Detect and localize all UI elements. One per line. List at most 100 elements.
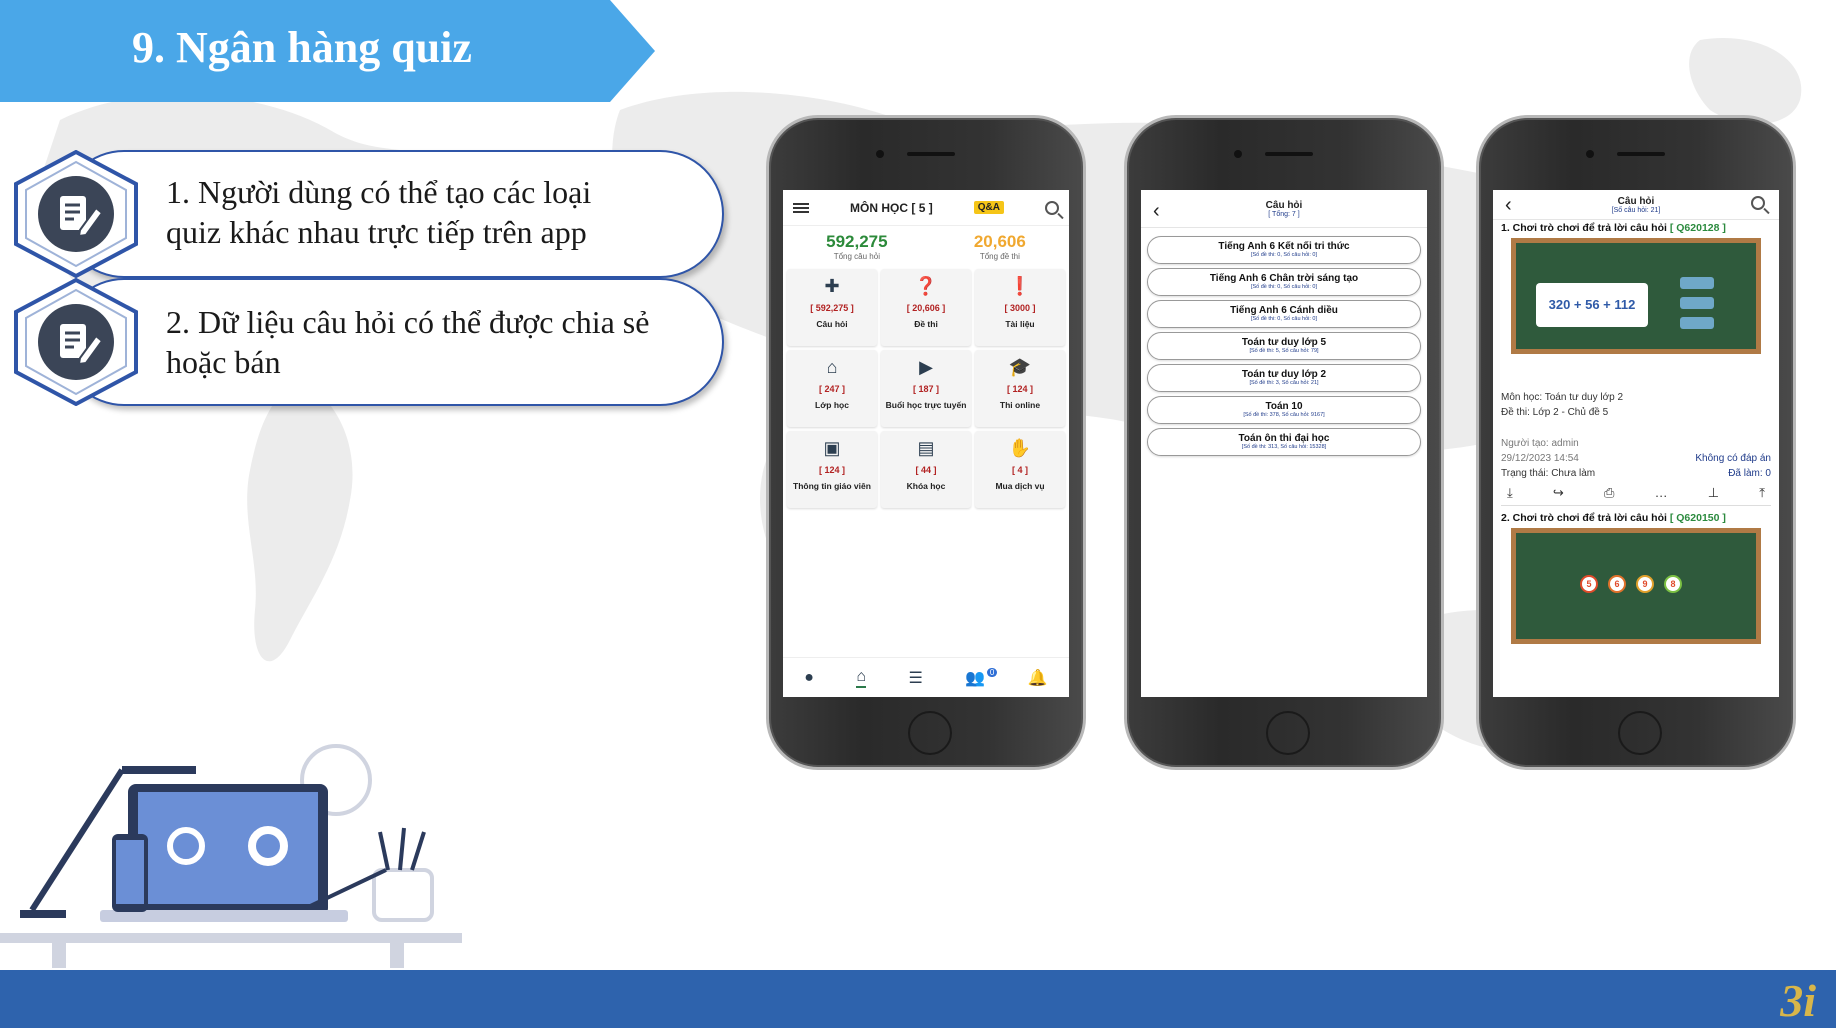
item-name: Toán tư duy lớp 5 <box>1241 337 1327 348</box>
download-icon[interactable]: ⤓ <box>1507 485 1513 501</box>
question-code: [ Q620128 ] <box>1669 222 1726 234</box>
document-icon: ❗ <box>1008 276 1032 296</box>
question-title-text: 2. Chơi trò chơi để trả lời câu hỏi <box>1501 512 1667 524</box>
pin-icon[interactable]: ⊥ <box>1708 485 1719 501</box>
question-title[interactable]: 2. Chơi trò chơi để trả lời câu hỏi [ Q6… <box>1501 512 1771 524</box>
date-row: 29/12/2023 14:54 Không có đáp án <box>1501 453 1771 464</box>
tile-courses[interactable]: ▤ [ 44 ] Khóa học <box>881 431 971 508</box>
list-item[interactable]: Toán tư duy lớp 5 [Số đề thi: 5, Số câu h… <box>1147 332 1421 360</box>
list-item[interactable]: Tiếng Anh 6 Kết nối tri thức [Số đề thi: … <box>1147 236 1421 264</box>
tile-exams[interactable]: ❓ [ 20,606 ] Đề thi <box>881 269 971 346</box>
date-text: 29/12/2023 14:54 <box>1501 453 1579 464</box>
creator-text: Người tạo: admin <box>1501 438 1579 449</box>
tile-count: [ 124 ] <box>1006 384 1033 394</box>
done-count: Đã làm: 0 <box>1728 468 1771 479</box>
item-meta: [Số đề thi: 0, Số câu hỏi: 0] <box>1250 284 1318 290</box>
phone-camera <box>876 150 884 158</box>
share-icon[interactable]: ↪ <box>1553 485 1564 501</box>
tile-count: [ 592,275 ] <box>810 303 854 313</box>
phone-camera <box>1234 150 1242 158</box>
graduation-cap-icon: 🎓 <box>1008 357 1032 377</box>
number-bubble: 5 <box>1580 575 1598 593</box>
tile-classes[interactable]: ⌂ [ 247 ] Lớp học <box>787 350 877 427</box>
tile-online-exam[interactable]: 🎓 [ 124 ] Thi online <box>975 350 1065 427</box>
state-row: Trạng thái: Chưa làm Đã làm: 0 <box>1501 468 1771 479</box>
users-badge: 0 <box>986 667 998 677</box>
desk-laptop-illustration <box>0 744 462 968</box>
phone-speaker <box>907 152 955 156</box>
tile-online-sessions[interactable]: ▶ [ 187 ] Buổi học trực tuyến <box>881 350 971 427</box>
tile-teachers[interactable]: ▣ [ 124 ] Thông tin giáo viên <box>787 431 877 508</box>
edit-document-icon <box>14 150 138 278</box>
creator-row: Người tạo: admin <box>1501 438 1771 449</box>
menu-icon[interactable] <box>793 202 809 213</box>
answer-option <box>1680 277 1714 289</box>
more-icon[interactable]: … <box>1655 485 1668 501</box>
tile-questions[interactable]: ✚ [ 592,275 ] Câu hỏi <box>787 269 877 346</box>
list-item[interactable]: Tiếng Anh 6 Cánh diều [Số đề thi: 0, Số c… <box>1147 300 1421 328</box>
service-hand-icon: ✋ <box>1008 438 1032 458</box>
item-meta: [Số đề thi: 3, Số câu hỏi: 21] <box>1249 380 1319 386</box>
number-bubble: 6 <box>1608 575 1626 593</box>
tile-count: [ 187 ] <box>912 384 939 394</box>
users-icon[interactable]: 👥 0 <box>965 667 998 688</box>
item-name: Toán tư duy lớp 2 <box>1241 369 1327 380</box>
tile-label: Thi online <box>999 400 1041 410</box>
subject-row: Môn học: Toán tư duy lớp 2 <box>1501 392 1771 403</box>
tile-count: [ 247 ] <box>818 384 845 394</box>
answer-status: Không có đáp án <box>1695 453 1771 464</box>
question-bank-screen: ‹ Câu hỏi [ Tổng: 7 ] Tiếng Anh 6 Kết nố… <box>1141 190 1427 697</box>
footer-bar: 3i <box>0 970 1836 1028</box>
app-header: MÔN HỌC [ 5 ] Q&A <box>783 190 1069 226</box>
bottom-nav: ● ⌂ ☰ 👥 0 🔔 <box>783 657 1069 697</box>
question-actions: ⤓ ↪ ⎙ … ⊥ ⤒ <box>1501 479 1771 506</box>
game-board-image[interactable]: 5 6 9 8 <box>1511 528 1761 644</box>
feature-2-text: 2. Dữ liệu câu hỏi có thể được chia sẻ h… <box>166 304 650 380</box>
back-icon[interactable]: ‹ <box>1153 200 1160 223</box>
home-icon[interactable]: ⌂ <box>856 668 867 688</box>
game-board-image[interactable]: 320 + 56 + 112 <box>1511 238 1761 354</box>
question-title-text: 1. Chơi trò chơi để trả lời câu hỏi <box>1501 222 1667 234</box>
bell-icon[interactable]: 🔔 <box>1028 668 1048 688</box>
number-bubble: 9 <box>1636 575 1654 593</box>
screen-title: Câu hỏi <box>1617 195 1655 207</box>
search-icon[interactable] <box>1045 200 1059 215</box>
phone-speaker <box>1265 152 1313 156</box>
tile-count: [ 124 ] <box>818 465 845 475</box>
stat-total-questions: 592,275 Tổng câu hỏi <box>826 232 887 261</box>
tile-label: Khóa học <box>906 481 946 491</box>
back-icon[interactable]: ‹ <box>1505 194 1512 217</box>
tile-label: Buổi học trực tuyến <box>885 400 967 410</box>
puzzle-icon: ✚ <box>824 276 840 296</box>
tile-label: Câu hỏi <box>816 319 848 329</box>
stats-row: 592,275 Tổng câu hỏi 20,606 Tổng đề thi <box>783 226 1069 269</box>
item-meta: [Số đề thi: 0, Số câu hỏi: 0] <box>1250 252 1318 258</box>
list-item[interactable]: Toán ôn thi đại học [Số đề thi: 313, Số c… <box>1147 428 1421 456</box>
question-title[interactable]: 1. Chơi trò chơi để trả lời câu hỏi [ Q6… <box>1501 222 1771 234</box>
phone-mockup-question-detail: ‹ Câu hỏi [Số câu hỏi: 21] 1. Chơi trò c… <box>1476 115 1796 770</box>
home-button <box>908 711 952 755</box>
tile-documents[interactable]: ❗ [ 3000 ] Tài liệu <box>975 269 1065 346</box>
list-item[interactable]: Toán tư duy lớp 2 [Số đề thi: 3, Số câu h… <box>1147 364 1421 392</box>
qa-button[interactable]: Q&A <box>973 201 1004 214</box>
tile-label: Lớp học <box>815 400 849 410</box>
state-text: Trạng thái: Chưa làm <box>1501 468 1596 479</box>
list-item[interactable]: Toán 10 [Số đề thi: 378, Số câu hỏi: 9167… <box>1147 396 1421 424</box>
list-icon[interactable]: ☰ <box>909 668 923 688</box>
classroom-icon: ⌂ <box>826 357 838 377</box>
item-name: Tiếng Anh 6 Chân trời sáng tạo <box>1209 273 1359 284</box>
item-meta: [Số đề thi: 378, Số câu hỏi: 9167] <box>1243 412 1325 418</box>
print-icon[interactable]: ⎙ <box>1604 485 1614 501</box>
subjects-title: MÔN HỌC [ 5 ] <box>850 200 933 215</box>
course-icon: ▤ <box>917 438 935 458</box>
tile-count: [ 20,606 ] <box>906 303 946 313</box>
video-icon: ▶ <box>919 357 933 377</box>
profile-icon[interactable]: ● <box>804 669 814 687</box>
stat-value: 592,275 <box>826 232 888 251</box>
header-center: Câu hỏi [Số câu hỏi: 21] <box>1493 196 1779 214</box>
tile-buy-services[interactable]: ✋ [ 4 ] Mua dịch vụ <box>975 431 1065 508</box>
tile-label: Đề thi <box>914 319 938 329</box>
upload-icon[interactable]: ⤒ <box>1759 485 1765 501</box>
list-item[interactable]: Tiếng Anh 6 Chân trời sáng tạo [Số đề thi… <box>1147 268 1421 296</box>
search-icon[interactable] <box>1751 196 1765 210</box>
